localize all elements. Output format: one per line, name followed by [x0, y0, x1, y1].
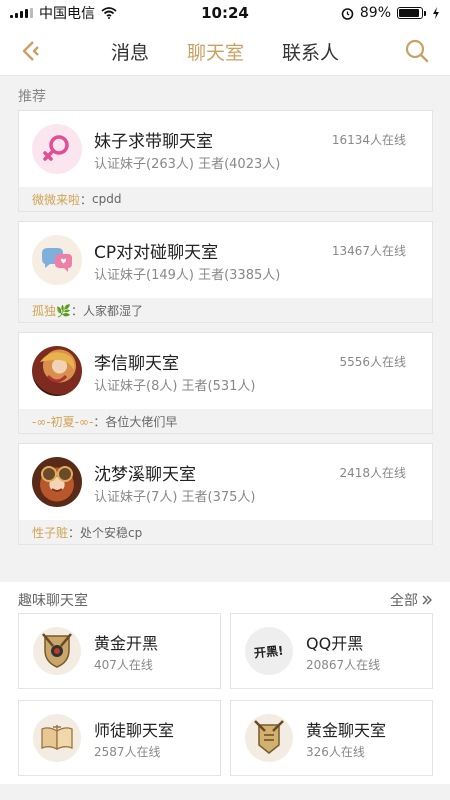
- clock-time: 10:24: [201, 4, 249, 22]
- message-nickname: -∞-初夏-∞-: [32, 414, 94, 429]
- double-chevron-right-icon: [422, 595, 432, 605]
- room-subtitle: 认证妹子(7人) 王者(375人): [94, 490, 256, 505]
- alarm-icon: [341, 7, 354, 20]
- message-separator: ：: [80, 192, 93, 207]
- message-text: 处个安稳cp: [80, 525, 143, 540]
- status-left: 中国电信: [10, 3, 117, 23]
- fun-room-title: QQ开黑: [306, 634, 364, 653]
- view-all-link[interactable]: 全部: [390, 590, 432, 610]
- message-separator: ：: [70, 303, 83, 318]
- recommend-section-label: 推荐: [18, 89, 46, 105]
- fun-room-online: 2587人在线: [94, 745, 161, 759]
- room-subtitle: 认证妹子(8人) 王者(531人): [94, 379, 256, 394]
- fun-room-online: 20867人在线: [306, 658, 381, 672]
- battery-icon: [397, 7, 426, 19]
- room-card[interactable]: CP对对碰聊天室 认证妹子(149人) 王者(3385人) 13467人在线 孤…: [18, 221, 433, 323]
- fun-room-online: 407人在线: [94, 658, 153, 672]
- sticker-text: 开黑!: [253, 642, 285, 660]
- fun-room-title: 黄金聊天室: [306, 721, 387, 740]
- message-text: 各位大佬们早: [105, 414, 178, 429]
- room-online-count: 2418人在线: [339, 466, 406, 480]
- search-icon[interactable]: [404, 38, 430, 64]
- nav-bar: 消息 聊天室 联系人: [0, 26, 450, 76]
- room-subtitle: 认证妹子(263人) 王者(4023人): [94, 157, 281, 172]
- fun-section-label: 趣味聊天室: [18, 593, 88, 609]
- female-symbol-icon: [32, 124, 82, 174]
- room-card[interactable]: 妹子求带聊天室 认证妹子(263人) 王者(4023人) 16134人在线 微微…: [18, 110, 433, 212]
- message-text: 人家都湿了: [82, 303, 143, 318]
- tab-messages[interactable]: 消息: [107, 38, 153, 65]
- room-online-count: 13467人在线: [331, 244, 406, 258]
- fun-room-card[interactable]: 黄金聊天室 326人在线: [230, 700, 433, 776]
- tab-contacts[interactable]: 联系人: [278, 38, 343, 65]
- message-separator: ：: [68, 525, 81, 540]
- nav-tabs: 消息 聊天室 联系人: [0, 26, 450, 76]
- battery-percent: 89%: [359, 5, 391, 21]
- fun-room-online: 326人在线: [306, 745, 365, 759]
- room-main[interactable]: CP对对碰聊天室 认证妹子(149人) 王者(3385人) 13467人在线: [19, 222, 432, 300]
- room-main[interactable]: 李信聊天室 认证妹子(8人) 王者(531人) 5556人在线: [19, 333, 432, 411]
- message-nickname: 微微来啦: [32, 192, 81, 207]
- room-card[interactable]: 沈梦溪聊天室 认证妹子(7人) 王者(375人) 2418人在线 性子赃 ： 处…: [18, 443, 433, 545]
- room-online-count: 16134人在线: [331, 133, 406, 147]
- hero-portrait-li-xin: [32, 346, 82, 396]
- fun-room-card[interactable]: 黄金开黑 407人在线: [18, 613, 221, 689]
- battery-fill: [399, 9, 419, 17]
- room-title: 李信聊天室: [94, 354, 179, 374]
- wifi-icon: [101, 7, 117, 19]
- room-title: 妹子求带聊天室: [94, 132, 213, 152]
- message-text: cpdd: [92, 192, 122, 206]
- fun-room-card[interactable]: 开黑! QQ开黑 20867人在线: [230, 613, 433, 689]
- chat-hearts-icon: [32, 235, 82, 285]
- kaihei-sticker-icon: 开黑!: [245, 627, 293, 675]
- room-title: 沈梦溪聊天室: [94, 465, 196, 485]
- message-nickname: 性子赃: [32, 525, 69, 540]
- room-title: CP对对碰聊天室: [94, 243, 219, 263]
- gold-shield-icon: [33, 627, 81, 675]
- gold-banner-icon: [245, 714, 293, 762]
- status-bar: 中国电信 10:24 89%: [0, 0, 450, 26]
- tab-chatrooms[interactable]: 聊天室: [183, 38, 248, 65]
- room-last-message: 性子赃 ： 处个安稳cp: [19, 520, 432, 544]
- room-subtitle: 认证妹子(149人) 王者(3385人): [94, 268, 281, 283]
- room-online-count: 5556人在线: [339, 355, 406, 369]
- view-all-label: 全部: [390, 593, 418, 609]
- room-main[interactable]: 妹子求带聊天室 认证妹子(263人) 王者(4023人) 16134人在线: [19, 111, 432, 189]
- signal-icon: [10, 8, 33, 18]
- room-card[interactable]: 李信聊天室 认证妹子(8人) 王者(531人) 5556人在线 -∞-初夏-∞-…: [18, 332, 433, 434]
- room-last-message: -∞-初夏-∞- ： 各位大佬们早: [19, 409, 432, 433]
- book-icon: [33, 714, 81, 762]
- room-last-message: 微微来啦 ： cpdd: [19, 187, 432, 211]
- carrier-label: 中国电信: [39, 6, 95, 22]
- fun-room-title: 黄金开黑: [94, 634, 159, 653]
- message-nickname: 孤独🌿: [32, 303, 71, 318]
- fun-room-card[interactable]: 师徒聊天室 2587人在线: [18, 700, 221, 776]
- status-right: 89%: [341, 5, 440, 21]
- hero-portrait-shen-mengxi: [32, 457, 82, 507]
- room-last-message: 孤独🌿 ： 人家都湿了: [19, 298, 432, 322]
- charging-icon: [433, 7, 439, 19]
- room-main[interactable]: 沈梦溪聊天室 认证妹子(7人) 王者(375人) 2418人在线: [19, 444, 432, 522]
- fun-room-title: 师徒聊天室: [94, 721, 175, 740]
- message-separator: ：: [93, 414, 106, 429]
